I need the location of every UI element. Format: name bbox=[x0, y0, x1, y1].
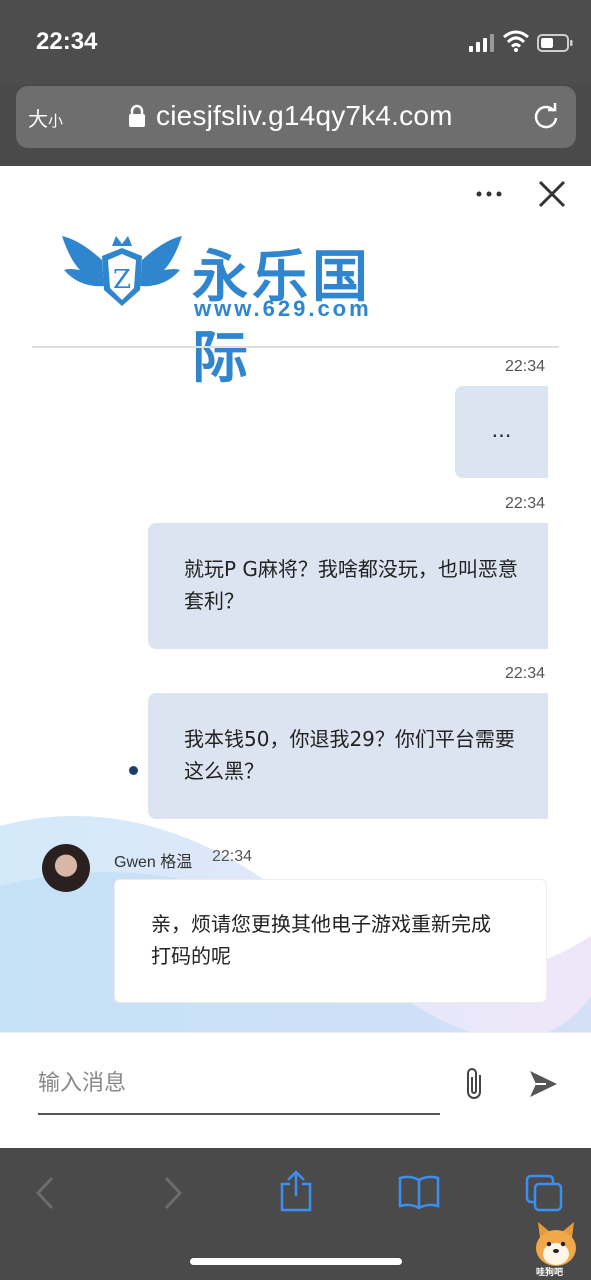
cellular-signal-icon bbox=[469, 34, 494, 52]
share-icon[interactable] bbox=[279, 1170, 313, 1212]
close-icon[interactable] bbox=[536, 178, 568, 210]
message-time: 22:34 bbox=[505, 495, 546, 512]
send-icon[interactable] bbox=[526, 1067, 560, 1101]
agent-name: Gwen 格温 bbox=[114, 854, 193, 871]
shiba-dog-watermark-icon bbox=[536, 1222, 576, 1266]
bookmarks-icon[interactable] bbox=[398, 1174, 440, 1210]
svg-text:Z: Z bbox=[113, 265, 131, 295]
brand-logo: Z 永乐国际 www.629.com bbox=[60, 228, 420, 391]
battery-icon bbox=[537, 34, 573, 52]
chat-panel: Z 永乐国际 www.629.com 22:34 … 22:34 就玩P G麻将… bbox=[0, 166, 591, 1148]
text-size-big: 大 bbox=[28, 107, 48, 131]
back-icon[interactable] bbox=[34, 1176, 56, 1210]
wifi-icon bbox=[503, 30, 529, 52]
url-text: ciesjfsliv.g14qy7k4.com bbox=[156, 100, 453, 131]
brand-url: www.629.com bbox=[194, 296, 372, 321]
forward-icon[interactable] bbox=[162, 1176, 184, 1210]
outgoing-message: 我本钱50，你退我29？你们平台需要这么黑？ bbox=[148, 693, 548, 819]
reload-icon[interactable] bbox=[532, 103, 560, 131]
status-bar: 22:34 bbox=[0, 0, 591, 84]
unread-indicator-dot bbox=[129, 766, 138, 775]
message-time: 22:34 bbox=[505, 358, 546, 375]
lock-icon bbox=[129, 104, 145, 127]
agent-message-time: 22:34 bbox=[212, 848, 253, 865]
home-indicator bbox=[190, 1258, 402, 1265]
message-text: 就玩P G麻将？我啥都没玩，也叫恶意套利？ bbox=[184, 557, 518, 613]
text-size-small: 小 bbox=[48, 112, 64, 130]
winged-shield-icon: Z bbox=[62, 236, 182, 306]
message-text: 我本钱50，你退我29？你们平台需要这么黑？ bbox=[184, 727, 515, 783]
message-input[interactable]: 输入消息 bbox=[38, 1063, 440, 1115]
header-divider bbox=[32, 346, 559, 348]
incoming-message: 亲，烦请您更换其他电子游戏重新完成打码的呢 bbox=[114, 879, 547, 1003]
message-text: … bbox=[491, 418, 512, 442]
message-composer: 输入消息 bbox=[0, 1032, 591, 1148]
agent-avatar bbox=[42, 844, 90, 892]
attachment-icon[interactable] bbox=[460, 1065, 488, 1103]
outgoing-message: … bbox=[455, 386, 548, 478]
text-size-button[interactable]: 大小 bbox=[28, 103, 63, 132]
outgoing-message: 就玩P G麻将？我啥都没玩，也叫恶意套利？ bbox=[148, 523, 548, 649]
status-time: 22:34 bbox=[36, 28, 98, 55]
address-bar[interactable]: 大小 ciesjfsliv.g14qy7k4.com bbox=[16, 86, 576, 148]
watermark-label: 哇狗吧 bbox=[536, 1268, 564, 1278]
message-text: 亲，烦请您更换其他电子游戏重新完成打码的呢 bbox=[151, 912, 491, 968]
browser-toolbar: 哇狗吧 bbox=[0, 1148, 591, 1280]
tabs-icon[interactable] bbox=[525, 1174, 563, 1212]
more-options-icon[interactable] bbox=[474, 186, 504, 202]
message-time: 22:34 bbox=[505, 665, 546, 682]
